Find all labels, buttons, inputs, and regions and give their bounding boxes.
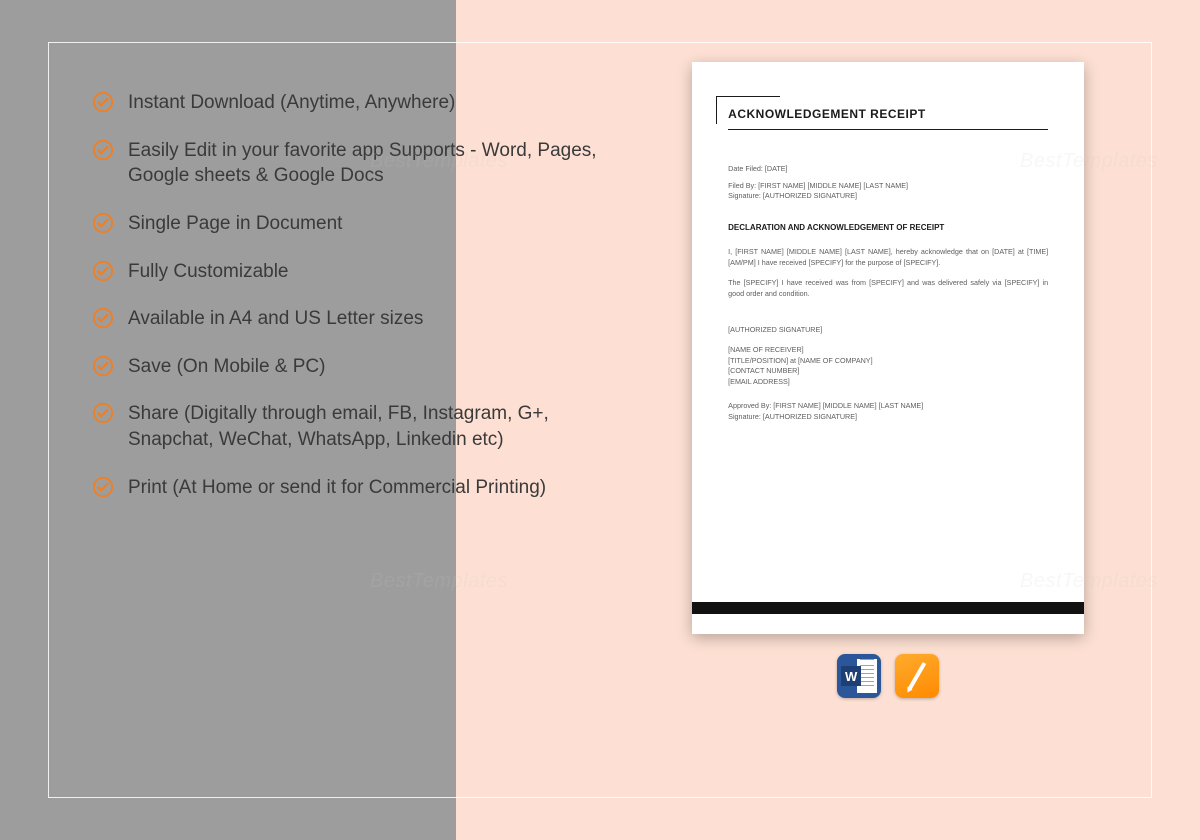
feature-list: Instant Download (Anytime, Anywhere) Eas…: [48, 42, 644, 798]
title-bracket: [716, 96, 717, 124]
word-letter: W: [841, 666, 861, 686]
doc-approved-by: Approved By: [FIRST NAME] [MIDDLE NAME] …: [728, 401, 1048, 411]
feature-text: Fully Customizable: [128, 259, 616, 285]
doc-receiver-name: [NAME OF RECEIVER]: [728, 345, 1048, 355]
checkmark-icon: [92, 260, 114, 282]
doc-footer-bar: [692, 602, 1084, 614]
doc-signature-bottom: Signature: [AUTHORIZED SIGNATURE]: [728, 412, 1048, 422]
doc-paragraph: I, [FIRST NAME] [MIDDLE NAME] [LAST NAME…: [728, 247, 1048, 268]
checkmark-icon: [92, 212, 114, 234]
feature-text: Instant Download (Anytime, Anywhere): [128, 90, 616, 116]
doc-receiver-email: [EMAIL ADDRESS]: [728, 377, 1048, 387]
preview-column: ACKNOWLEDGEMENT RECEIPT Date Filed: [DAT…: [644, 42, 1152, 798]
feature-item: Save (On Mobile & PC): [92, 354, 616, 380]
feature-text: Easily Edit in your favorite app Support…: [128, 138, 616, 189]
feature-item: Share (Digitally through email, FB, Inst…: [92, 401, 616, 452]
pen-icon: [908, 662, 926, 690]
checkmark-icon: [92, 307, 114, 329]
feature-item: Fully Customizable: [92, 259, 616, 285]
content-wrapper: Instant Download (Anytime, Anywhere) Eas…: [48, 42, 1152, 798]
doc-filed-by: Filed By: [FIRST NAME] [MIDDLE NAME] [LA…: [728, 181, 1048, 191]
doc-section-head: DECLARATION AND ACKNOWLEDGEMENT OF RECEI…: [728, 222, 1048, 234]
pages-app-icon: [895, 654, 939, 698]
feature-item: Single Page in Document: [92, 211, 616, 237]
doc-date-filed: Date Filed: [DATE]: [728, 164, 1048, 174]
checkmark-icon: [92, 402, 114, 424]
feature-text: Share (Digitally through email, FB, Inst…: [128, 401, 616, 452]
doc-signature-top: Signature: [AUTHORIZED SIGNATURE]: [728, 191, 1048, 201]
feature-text: Save (On Mobile & PC): [128, 354, 616, 380]
title-bracket: [716, 96, 780, 97]
feature-item: Available in A4 and US Letter sizes: [92, 306, 616, 332]
doc-auth-sig: [AUTHORIZED SIGNATURE]: [728, 325, 1048, 335]
feature-text: Available in A4 and US Letter sizes: [128, 306, 616, 332]
checkmark-icon: [92, 355, 114, 377]
feature-text: Single Page in Document: [128, 211, 616, 237]
doc-receiver-contact: [CONTACT NUMBER]: [728, 366, 1048, 376]
doc-receiver-title: [TITLE/POSITION] at [NAME OF COMPANY]: [728, 356, 1048, 366]
checkmark-icon: [92, 139, 114, 161]
doc-paragraph: The [SPECIFY] I have received was from […: [728, 278, 1048, 299]
feature-item: Print (At Home or send it for Commercial…: [92, 475, 616, 501]
feature-item: Instant Download (Anytime, Anywhere): [92, 90, 616, 116]
app-icons-row: W: [692, 654, 1084, 698]
feature-item: Easily Edit in your favorite app Support…: [92, 138, 616, 189]
document-title: ACKNOWLEDGEMENT RECEIPT: [728, 106, 1048, 130]
checkmark-icon: [92, 91, 114, 113]
checkmark-icon: [92, 476, 114, 498]
document-preview: ACKNOWLEDGEMENT RECEIPT Date Filed: [DAT…: [692, 62, 1084, 634]
word-app-icon: W: [837, 654, 881, 698]
feature-text: Print (At Home or send it for Commercial…: [128, 475, 616, 501]
